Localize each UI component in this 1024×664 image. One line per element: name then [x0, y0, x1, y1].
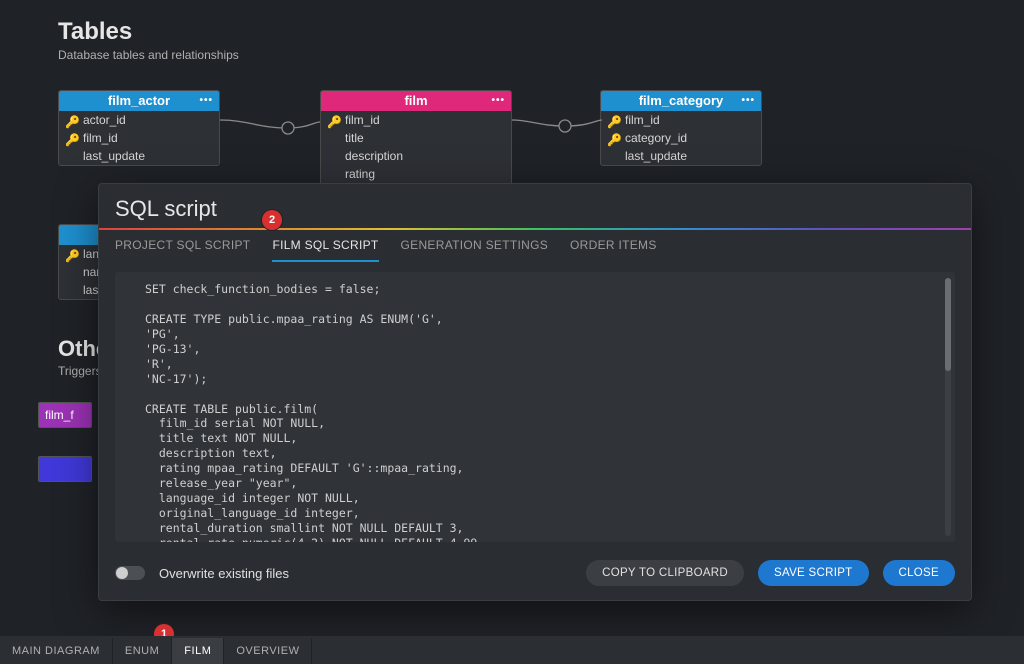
- more-icon[interactable]: •••: [491, 91, 505, 111]
- pk-icon: 🔑: [65, 133, 77, 143]
- modal-title: SQL script: [99, 184, 971, 228]
- sql-script-modal: SQL script PROJECT SQL SCRIPT FILM SQL S…: [98, 183, 972, 601]
- page-title: Tables: [58, 18, 239, 46]
- table-card-film-category[interactable]: film_category ••• 🔑film_id 🔑category_id …: [600, 90, 762, 166]
- col: film_id: [83, 131, 118, 145]
- bottom-tab-film[interactable]: FILM: [172, 638, 224, 664]
- pk-icon: 🔑: [327, 115, 339, 125]
- bottom-tab-overview[interactable]: OVERVIEW: [224, 638, 312, 664]
- bottom-tab-bar: MAIN DIAGRAM ENUM FILM OVERVIEW: [0, 636, 1024, 664]
- tab-film-sql[interactable]: FILM SQL SCRIPT: [272, 238, 378, 262]
- col: last_update: [83, 149, 145, 163]
- modal-footer: Overwrite existing files COPY TO CLIPBOA…: [99, 550, 971, 600]
- table-name: film_category: [639, 91, 724, 111]
- chip-blue[interactable]: [38, 456, 92, 482]
- table-name: film: [404, 91, 427, 111]
- pk-icon: 🔑: [65, 249, 77, 259]
- tab-order-items[interactable]: ORDER ITEMS: [570, 238, 657, 262]
- table-header[interactable]: film_actor •••: [59, 91, 219, 111]
- scrollbar[interactable]: [945, 278, 951, 536]
- more-icon[interactable]: •••: [741, 91, 755, 111]
- close-button[interactable]: CLOSE: [883, 560, 956, 586]
- col: category_id: [625, 131, 687, 145]
- pk-icon: 🔑: [65, 115, 77, 125]
- col: last_update: [625, 149, 687, 163]
- relationship-line: [510, 108, 604, 138]
- blank-icon: [65, 151, 77, 161]
- col: actor_id: [83, 113, 126, 127]
- sql-code[interactable]: SET check_function_bodies = false; CREAT…: [115, 272, 955, 542]
- more-icon[interactable]: •••: [199, 91, 213, 111]
- pk-icon: 🔑: [607, 115, 619, 125]
- col: rating: [345, 167, 375, 181]
- col: film_id: [625, 113, 660, 127]
- callout-badge-2: 2: [262, 210, 282, 230]
- code-viewer: SET check_function_bodies = false; CREAT…: [115, 272, 955, 542]
- tab-generation-settings[interactable]: GENERATION SETTINGS: [401, 238, 549, 262]
- page-subtitle: Database tables and relationships: [58, 48, 239, 62]
- table-header[interactable]: film_category •••: [601, 91, 761, 111]
- table-name: film_actor: [108, 91, 170, 111]
- tab-project-sql[interactable]: PROJECT SQL SCRIPT: [115, 238, 250, 262]
- copy-to-clipboard-button[interactable]: COPY TO CLIPBOARD: [586, 560, 744, 586]
- table-header[interactable]: film •••: [321, 91, 511, 111]
- modal-tabs: PROJECT SQL SCRIPT FILM SQL SCRIPT GENER…: [99, 230, 971, 262]
- bottom-tab-main-diagram[interactable]: MAIN DIAGRAM: [0, 638, 113, 664]
- col: description: [345, 149, 403, 163]
- relationship-line: [218, 110, 322, 140]
- col: title: [345, 131, 364, 145]
- col: film_id: [345, 113, 380, 127]
- overwrite-label: Overwrite existing files: [159, 566, 572, 581]
- save-script-button[interactable]: SAVE SCRIPT: [758, 560, 869, 586]
- pk-icon: 🔑: [607, 133, 619, 143]
- chip-film-f[interactable]: film_f: [38, 402, 92, 428]
- table-card-film-actor[interactable]: film_actor ••• 🔑 actor_id 🔑 film_id last_u…: [58, 90, 220, 166]
- overwrite-toggle[interactable]: [115, 566, 145, 580]
- bottom-tab-enum[interactable]: ENUM: [113, 638, 172, 664]
- page-header: Tables Database tables and relationships: [58, 18, 239, 62]
